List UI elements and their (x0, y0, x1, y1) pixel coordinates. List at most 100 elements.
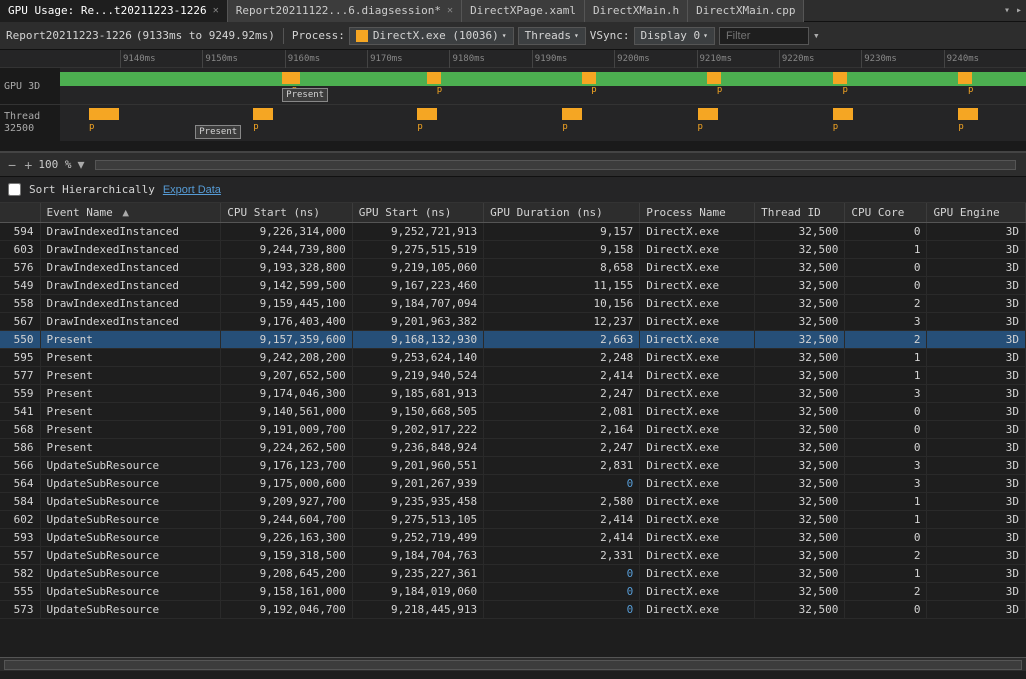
cell-thread: 32,500 (755, 385, 845, 403)
filter-arrow-icon: ▾ (813, 29, 820, 42)
table-row[interactable]: 577 Present 9,207,652,500 9,219,940,524 … (0, 367, 1026, 385)
table-row[interactable]: 557 UpdateSubResource 9,159,318,500 9,18… (0, 547, 1026, 565)
cell-cpu-core: 2 (845, 295, 927, 313)
process-icon (356, 30, 368, 42)
cell-thread: 32,500 (755, 547, 845, 565)
table-row[interactable]: 595 Present 9,242,208,200 9,253,624,140 … (0, 349, 1026, 367)
table-row[interactable]: 558 DrawIndexedInstanced 9,159,445,100 9… (0, 295, 1026, 313)
tab-report[interactable]: Report20211122...6.diagsession* ✕ (228, 0, 462, 22)
table-row[interactable]: 573 UpdateSubResource 9,192,046,700 9,21… (0, 601, 1026, 619)
tab-1-close-icon[interactable]: ✕ (447, 5, 453, 16)
cell-id: 549 (0, 277, 40, 295)
table-row[interactable]: 564 UpdateSubResource 9,175,000,600 9,20… (0, 475, 1026, 493)
cell-event: UpdateSubResource (40, 583, 221, 601)
timeline-ruler: 9140ms 9150ms 9160ms 9170ms 9180ms 9190m… (0, 50, 1026, 68)
data-table-wrapper[interactable]: Event Name ▲ CPU Start (ns) GPU Start (n… (0, 203, 1026, 657)
display-dropdown[interactable]: Display 0 ▾ (634, 27, 715, 45)
col-gpu-start[interactable]: GPU Start (ns) (352, 203, 483, 223)
col-thread[interactable]: Thread ID (755, 203, 845, 223)
cell-cpu-start: 9,158,161,000 (221, 583, 352, 601)
table-row[interactable]: 566 UpdateSubResource 9,176,123,700 9,20… (0, 457, 1026, 475)
thread-row[interactable]: Thread 32500 p p p p p p p Present (0, 109, 1026, 137)
gpu3d-track[interactable]: p p p p p p Present (60, 68, 1026, 104)
cell-gpu-duration: 2,164 (484, 421, 640, 439)
tab-gpu-usage[interactable]: GPU Usage: Re...t20211223-1226 ✕ (0, 0, 228, 22)
cell-gpu-engine: 3D (927, 241, 1026, 259)
table-row[interactable]: 549 DrawIndexedInstanced 9,142,599,500 9… (0, 277, 1026, 295)
cell-gpu-engine: 3D (927, 547, 1026, 565)
cell-cpu-core: 0 (845, 277, 927, 295)
process-dropdown[interactable]: DirectX.exe (10036) ▾ (349, 27, 514, 45)
table-row[interactable]: 594 DrawIndexedInstanced 9,226,314,000 9… (0, 223, 1026, 241)
timeline-scrollbar[interactable] (95, 160, 1016, 170)
sort-hierarchically-checkbox[interactable] (8, 183, 21, 196)
gpu3d-bar (60, 72, 1026, 86)
col-gpu-engine[interactable]: GPU Engine (927, 203, 1026, 223)
cell-gpu-duration: 0 (484, 601, 640, 619)
gpu3d-row[interactable]: GPU 3D p p p p p p Present (0, 68, 1026, 104)
h-scroll-track[interactable] (4, 660, 1022, 670)
table-row[interactable]: 555 UpdateSubResource 9,158,161,000 9,18… (0, 583, 1026, 601)
zoom-out-button[interactable]: − (6, 157, 18, 173)
table-row[interactable]: 602 UpdateSubResource 9,244,604,700 9,27… (0, 511, 1026, 529)
cell-event: DrawIndexedInstanced (40, 295, 221, 313)
thread-track[interactable]: p p p p p p p Present (60, 105, 1026, 141)
tab-0-close-icon[interactable]: ✕ (213, 5, 219, 16)
bottom-scrollbar[interactable] (0, 657, 1026, 671)
filter-input[interactable] (719, 27, 809, 45)
cell-process: DirectX.exe (640, 313, 755, 331)
export-data-button[interactable]: Export Data (163, 184, 221, 196)
cell-gpu-start: 9,184,019,060 (352, 583, 483, 601)
cell-cpu-core: 1 (845, 367, 927, 385)
tab-directxpage[interactable]: DirectXPage.xaml (462, 0, 585, 22)
table-row[interactable]: 582 UpdateSubResource 9,208,645,200 9,23… (0, 565, 1026, 583)
table-row[interactable]: 576 DrawIndexedInstanced 9,193,328,800 9… (0, 259, 1026, 277)
tick-3: 9170ms (367, 50, 449, 68)
cell-thread: 32,500 (755, 403, 845, 421)
table-row[interactable]: 568 Present 9,191,009,700 9,202,917,222 … (0, 421, 1026, 439)
process-label: Process: (292, 29, 345, 42)
tab-label: DirectXMain.cpp (696, 4, 795, 17)
cell-cpu-start: 9,209,927,700 (221, 493, 352, 511)
cell-event: Present (40, 403, 221, 421)
table-row[interactable]: 541 Present 9,140,561,000 9,150,668,505 … (0, 403, 1026, 421)
cell-cpu-core: 0 (845, 421, 927, 439)
cell-cpu-start: 9,176,403,400 (221, 313, 352, 331)
cell-process: DirectX.exe (640, 439, 755, 457)
cell-cpu-core: 2 (845, 583, 927, 601)
tab-directxmain-cpp[interactable]: DirectXMain.cpp (688, 0, 804, 22)
table-row[interactable]: 550 Present 9,157,359,600 9,168,132,930 … (0, 331, 1026, 349)
col-process[interactable]: Process Name (640, 203, 755, 223)
cell-event: UpdateSubResource (40, 529, 221, 547)
cell-event: Present (40, 421, 221, 439)
table-row[interactable]: 586 Present 9,224,262,500 9,236,848,924 … (0, 439, 1026, 457)
threads-arrow-icon: ▾ (574, 31, 579, 40)
cell-thread: 32,500 (755, 457, 845, 475)
cell-gpu-duration: 2,831 (484, 457, 640, 475)
cell-thread: 32,500 (755, 475, 845, 493)
tab-directxmain-h[interactable]: DirectXMain.h (585, 0, 688, 22)
table-row[interactable]: 584 UpdateSubResource 9,209,927,700 9,23… (0, 493, 1026, 511)
cell-thread: 32,500 (755, 421, 845, 439)
cell-cpu-core: 3 (845, 475, 927, 493)
col-cpu-start[interactable]: CPU Start (ns) (221, 203, 352, 223)
cell-cpu-start: 9,140,561,000 (221, 403, 352, 421)
table-row[interactable]: 559 Present 9,174,046,300 9,185,681,913 … (0, 385, 1026, 403)
cell-event: Present (40, 349, 221, 367)
cell-gpu-engine: 3D (927, 475, 1026, 493)
process-arrow-icon: ▾ (502, 31, 507, 40)
cell-gpu-start: 9,167,223,460 (352, 277, 483, 295)
tick-0: 9140ms (120, 50, 202, 68)
col-gpu-duration[interactable]: GPU Duration (ns) (484, 203, 640, 223)
threads-dropdown[interactable]: Threads ▾ (518, 27, 586, 45)
tab-scroll-arrows[interactable]: ▾ ▸ (1000, 5, 1026, 16)
zoom-in-button[interactable]: + (22, 157, 34, 173)
table-row[interactable]: 567 DrawIndexedInstanced 9,176,403,400 9… (0, 313, 1026, 331)
col-event[interactable]: Event Name ▲ (40, 203, 221, 223)
cell-id: 603 (0, 241, 40, 259)
cell-gpu-start: 9,235,227,361 (352, 565, 483, 583)
col-cpu-core[interactable]: CPU Core (845, 203, 927, 223)
zoom-dropdown-button[interactable]: ▾ (76, 156, 87, 173)
table-row[interactable]: 603 DrawIndexedInstanced 9,244,739,800 9… (0, 241, 1026, 259)
table-row[interactable]: 593 UpdateSubResource 9,226,163,300 9,25… (0, 529, 1026, 547)
